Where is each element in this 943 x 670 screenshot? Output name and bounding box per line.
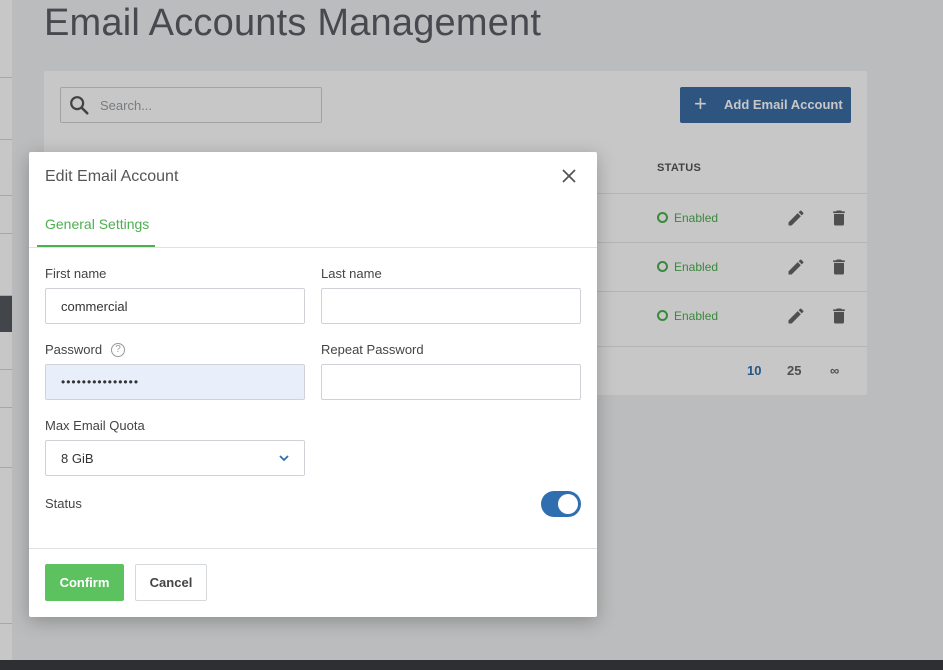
- dialog-title: Edit Email Account: [45, 168, 179, 185]
- edit-email-account-dialog: Edit Email Account General Settings Firs…: [29, 152, 597, 617]
- first-name-field[interactable]: commercial: [45, 288, 305, 324]
- status-label: Status: [45, 496, 82, 511]
- repeat-password-label: Repeat Password: [321, 342, 424, 357]
- tab-general-settings[interactable]: General Settings: [37, 207, 155, 247]
- chevron-down-icon: [279, 455, 289, 462]
- password-field[interactable]: •••••••••••••••: [45, 364, 305, 400]
- help-icon[interactable]: ?: [111, 343, 125, 357]
- cancel-button[interactable]: Cancel: [135, 564, 207, 601]
- first-name-label: First name: [45, 266, 107, 281]
- confirm-button[interactable]: Confirm: [45, 564, 124, 601]
- last-name-label: Last name: [321, 266, 382, 281]
- password-label: Password: [45, 342, 103, 357]
- close-icon[interactable]: [559, 166, 579, 186]
- quota-selected-value: 8 GiB: [61, 451, 94, 466]
- max-email-quota-label: Max Email Quota: [45, 418, 145, 433]
- divider: [29, 247, 597, 248]
- repeat-password-field[interactable]: [321, 364, 581, 400]
- status-toggle[interactable]: [541, 491, 581, 517]
- toggle-knob: [558, 494, 578, 514]
- last-name-field[interactable]: [321, 288, 581, 324]
- divider: [29, 548, 597, 549]
- max-email-quota-select[interactable]: 8 GiB: [45, 440, 305, 476]
